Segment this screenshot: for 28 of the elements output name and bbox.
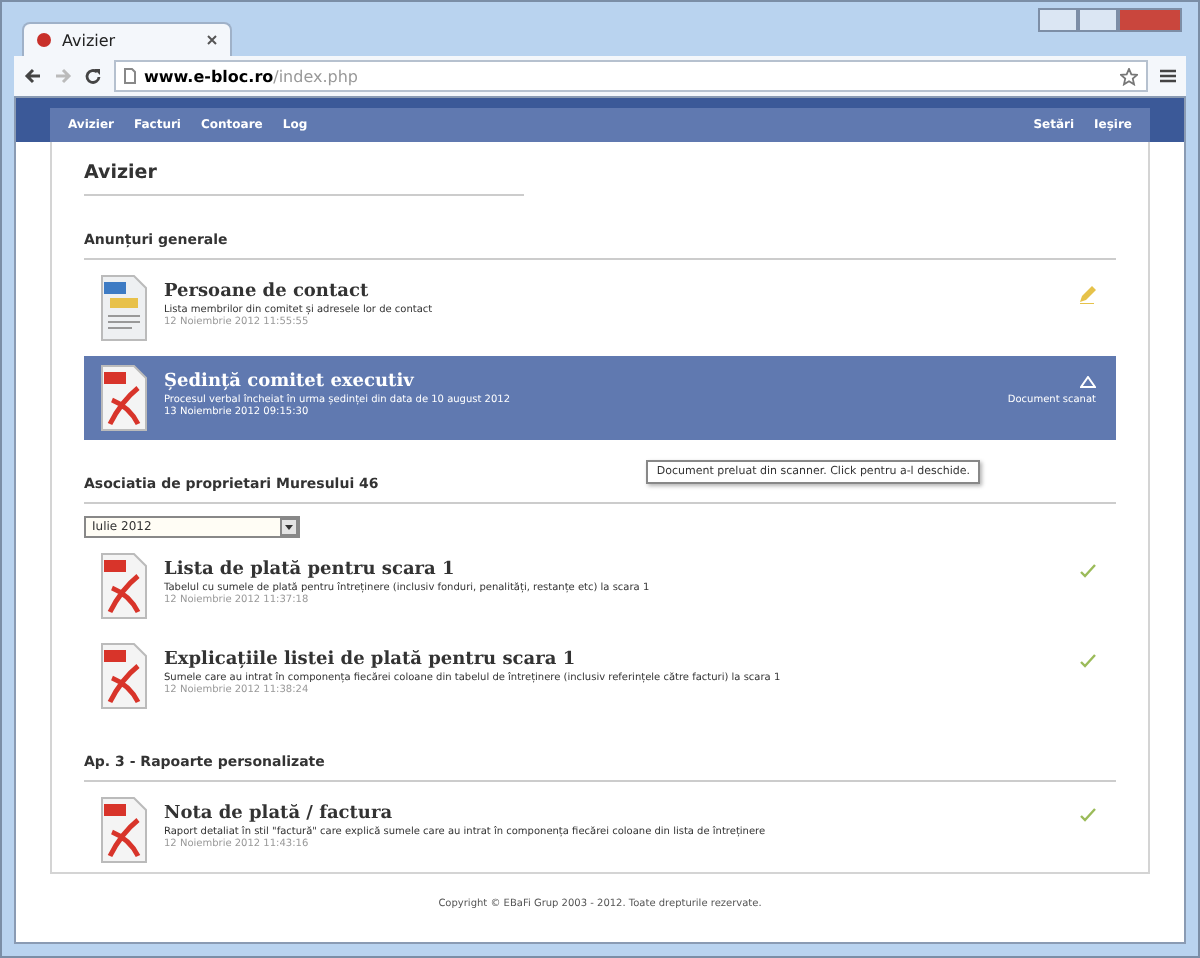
reload-icon[interactable] [84,67,102,85]
document-title: Nota de plată / factura [164,804,395,824]
page-icon [124,68,136,84]
star-icon[interactable] [1120,67,1138,85]
pdf-file-icon [100,642,148,710]
back-arrow-icon[interactable] [24,68,42,84]
document-file-icon [100,274,148,342]
site-favicon-icon [36,32,52,48]
close-icon[interactable] [206,34,218,46]
url-text: www.e-bloc.ro/index.php [144,67,358,85]
document-title: Lista de plată pentru scara 1 [164,560,457,580]
pdf-file-icon [100,364,148,432]
triangle-icon [1080,376,1096,388]
document-title: Ședință comitet executiv [164,372,416,392]
check-icon [1080,808,1096,822]
pencil-icon [1078,286,1096,304]
menu-icon[interactable] [1160,68,1176,84]
pdf-file-icon [100,552,148,620]
pdf-file-icon [100,796,148,864]
page-title: Avizier [84,158,524,196]
browser-tab[interactable]: Avizier [22,22,232,56]
document-title: Persoane de contact [164,282,371,302]
document-title: Explicațiile listei de plată pentru scara 1 [164,650,578,670]
maximize-button[interactable] [1078,8,1118,32]
check-icon [1080,564,1096,578]
address-bar[interactable]: www.e-bloc.ro/index.php [114,60,1148,92]
check-icon [1080,654,1096,668]
minimize-button[interactable] [1038,8,1078,32]
